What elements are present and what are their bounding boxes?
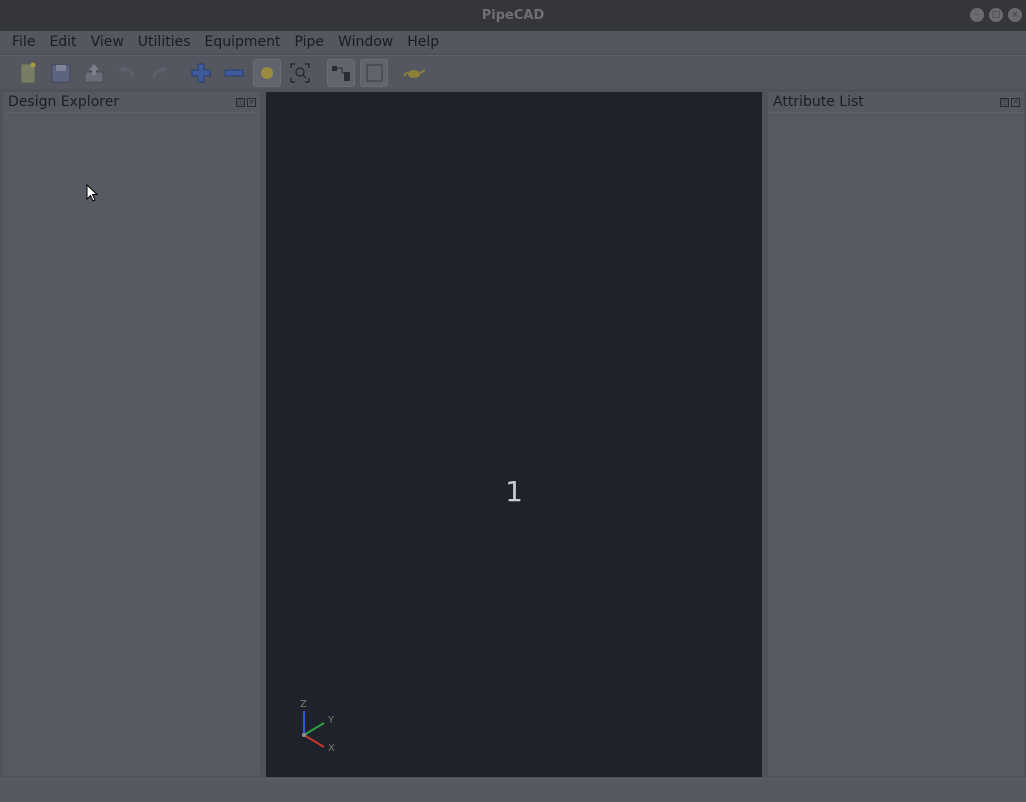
zoom-fit-icon xyxy=(290,62,310,83)
undo-icon xyxy=(119,65,135,77)
design-explorer-title: Design Explorer xyxy=(8,94,120,110)
float-icon[interactable]: ◫ xyxy=(1000,97,1009,107)
wireframe-button[interactable] xyxy=(360,58,388,87)
teapot-icon xyxy=(403,68,426,78)
attribute-list-title: Attribute List xyxy=(773,94,864,110)
window-controls: – □ × xyxy=(970,8,1022,22)
y-axis-label: Y xyxy=(327,715,335,726)
pick-button[interactable] xyxy=(327,58,355,87)
export-button[interactable] xyxy=(80,59,108,87)
wireframe-icon xyxy=(366,64,383,81)
save-button[interactable] xyxy=(47,59,75,87)
menu-help[interactable]: Help xyxy=(400,31,446,53)
zoom-in-button[interactable] xyxy=(187,59,215,87)
main-toolbar xyxy=(0,55,1026,89)
attribute-list-panel: Attribute List ◫ × xyxy=(768,92,1024,776)
save-icon xyxy=(51,64,71,82)
zoom-out-icon xyxy=(224,69,244,76)
axis-triad: Z Y X xyxy=(300,699,335,753)
close-icon[interactable]: × xyxy=(1011,97,1020,107)
redo-icon xyxy=(152,65,168,77)
menu-bar: File Edit View Utilities Equipment Pipe … xyxy=(0,31,1026,53)
attribute-list-table[interactable] xyxy=(770,113,1022,774)
close-icon[interactable]: × xyxy=(247,97,256,107)
design-explorer-tree[interactable] xyxy=(5,113,258,774)
new-file-icon xyxy=(20,62,36,83)
x-axis-label: X xyxy=(328,743,335,753)
status-bar xyxy=(0,778,1026,802)
shaded-icon xyxy=(261,66,273,79)
title-bar: PipeCAD – □ × xyxy=(0,0,1026,31)
view-number: 1 xyxy=(505,475,523,508)
menu-utilities[interactable]: Utilities xyxy=(131,31,198,53)
redo-button[interactable] xyxy=(146,59,174,87)
menu-pipe[interactable]: Pipe xyxy=(288,31,332,53)
menu-file[interactable]: File xyxy=(5,31,42,53)
attribute-list-header: Attribute List ◫ × xyxy=(768,92,1024,113)
new-file-button[interactable] xyxy=(14,59,42,87)
y-axis xyxy=(303,722,325,736)
zoom-fit-button[interactable] xyxy=(286,59,314,87)
zoom-in-icon xyxy=(191,63,211,82)
minimize-button[interactable]: – xyxy=(970,8,984,22)
close-button[interactable]: × xyxy=(1008,8,1022,22)
undo-button[interactable] xyxy=(113,59,141,87)
export-icon xyxy=(84,63,104,82)
float-icon[interactable]: ◫ xyxy=(236,97,245,107)
menu-view[interactable]: View xyxy=(84,31,131,53)
shaded-button[interactable] xyxy=(253,58,281,87)
maximize-button[interactable]: □ xyxy=(989,8,1003,22)
menu-window[interactable]: Window xyxy=(331,31,400,53)
design-explorer-panel: Design Explorer ◫ × xyxy=(3,92,260,776)
x-axis xyxy=(303,734,325,748)
design-explorer-header: Design Explorer ◫ × xyxy=(3,92,260,113)
z-axis-label: Z xyxy=(300,699,307,710)
pick-icon xyxy=(332,65,350,81)
teapot-button[interactable] xyxy=(401,59,429,87)
mouse-cursor-icon xyxy=(86,184,99,202)
zoom-out-button[interactable] xyxy=(220,59,248,87)
3d-viewport[interactable]: 1 Z Y X xyxy=(266,92,762,777)
menu-equipment[interactable]: Equipment xyxy=(198,31,288,53)
menu-edit[interactable]: Edit xyxy=(42,31,83,53)
window-title: PipeCAD xyxy=(481,8,545,23)
